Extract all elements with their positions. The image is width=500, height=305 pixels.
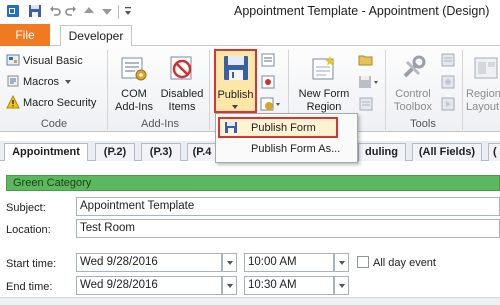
properties-icon[interactable] [440, 52, 456, 68]
new-form-region-label-line1: New Form [298, 88, 350, 100]
end-time-field[interactable]: 10:30 AM [244, 276, 334, 295]
code-group-label: Code [40, 118, 68, 130]
control-toolbox-button[interactable]: Control Toolbox [389, 52, 437, 116]
open-folder-icon[interactable] [358, 52, 374, 68]
redo-icon[interactable] [64, 4, 78, 18]
tab-more[interactable]: ( [488, 143, 500, 161]
window-title: Appointment Template - Appointment (Desi… [234, 4, 490, 18]
publish-button[interactable]: Publish [214, 49, 257, 113]
disabled-items-button[interactable]: Disabled Items [158, 52, 206, 116]
group-divider [462, 50, 463, 130]
region-layout-button[interactable]: Region Layout [466, 52, 500, 116]
com-addins-button[interactable]: COM Add-Ins [112, 52, 156, 116]
edit-form-icon[interactable] [260, 74, 276, 90]
start-time-label: Start time: [6, 258, 57, 270]
publish-icon [221, 53, 251, 83]
toolbox-icon [399, 54, 427, 82]
save-region-icon[interactable] [358, 74, 380, 90]
publish-dropdown-icon [232, 105, 238, 109]
file-tab[interactable]: File [0, 24, 50, 46]
visual-basic-icon [6, 53, 20, 67]
tab-all-fields[interactable]: (All Fields) [412, 143, 482, 161]
end-time-label: End time: [6, 281, 53, 293]
com-addins-label-line2: Add-Ins [115, 101, 153, 113]
tab-p2[interactable]: (P.2) [95, 143, 135, 161]
tab-p4[interactable]: (P.4 [187, 143, 217, 161]
select-form-icon[interactable] [260, 52, 276, 68]
outlook-icon[interactable] [6, 4, 20, 18]
down-arrow-icon[interactable] [100, 4, 114, 18]
com-addins-label-line1: COM [121, 88, 147, 100]
publish-form-as-menu-item[interactable]: Publish Form As... [218, 140, 355, 160]
control-toolbox-label-line1: Control [395, 88, 431, 100]
visual-basic-button[interactable]: Visual Basic [6, 52, 83, 70]
macro-security-label: Macro Security [23, 97, 97, 109]
macros-icon [6, 74, 20, 88]
region-layout-icon [472, 54, 500, 82]
group-divider [209, 50, 210, 130]
view-code-icon[interactable] [440, 74, 456, 90]
region-settings-icon[interactable] [358, 96, 374, 112]
new-form-region-button[interactable]: New Form Region [292, 52, 356, 116]
qat-separator [118, 5, 119, 19]
start-date-dropdown-icon[interactable] [222, 253, 237, 272]
tab-scheduling[interactable]: duling [358, 143, 406, 161]
group-divider [385, 50, 386, 130]
warning-icon [6, 94, 20, 109]
subject-label: Subject: [6, 202, 46, 214]
all-day-label: All day event [373, 257, 436, 269]
publish-form-label: Publish Form [251, 122, 316, 134]
subject-field[interactable]: Appointment Template [76, 197, 500, 216]
end-time-dropdown-icon[interactable] [334, 276, 349, 295]
macros-dropdown-icon [65, 80, 72, 84]
developer-tab[interactable]: Developer [60, 25, 132, 47]
region-layout-label-line2: Layout [466, 101, 500, 113]
region-layout-label-line1: Region [466, 88, 500, 100]
addins-group-label: Add-Ins [141, 118, 179, 130]
location-field[interactable]: Test Room [76, 219, 500, 238]
customize-qat-icon[interactable] [121, 4, 135, 18]
disabled-items-label-line2: Items [168, 101, 196, 113]
disabled-items-label-line1: Disabled [160, 88, 204, 100]
publish-form-menu-item[interactable]: Publish Form [218, 117, 338, 138]
macros-button[interactable]: Macros [6, 73, 72, 91]
end-date-field[interactable]: Wed 9/28/2016 [76, 276, 222, 295]
publish-form-as-label: Publish Form As... [251, 143, 341, 155]
group-divider [107, 50, 108, 130]
undo-icon[interactable] [48, 4, 62, 18]
up-arrow-icon[interactable] [82, 4, 96, 18]
disabled-items-icon [168, 54, 196, 82]
end-date-dropdown-icon[interactable] [222, 276, 237, 295]
start-time-field[interactable]: 10:00 AM [244, 253, 334, 272]
macro-security-button[interactable]: Macro Security [6, 94, 96, 112]
tools-group-label: Tools [410, 118, 436, 130]
category-bar: Green Category [6, 175, 500, 191]
save-icon[interactable] [28, 4, 42, 18]
com-addins-icon [120, 54, 148, 82]
control-toolbox-label-line2: Toolbox [394, 101, 432, 113]
location-label: Location: [6, 224, 51, 236]
start-date-field[interactable]: Wed 9/28/2016 [76, 253, 222, 272]
start-time-dropdown-icon[interactable] [334, 253, 349, 272]
tab-p3[interactable]: (P.3) [141, 143, 181, 161]
form-settings-icon[interactable] [260, 96, 282, 112]
new-form-region-icon [310, 54, 338, 82]
macros-label: Macros [23, 76, 60, 88]
publish-form-icon [224, 121, 238, 134]
visual-basic-label: Visual Basic [23, 55, 83, 67]
publish-label: Publish [217, 89, 254, 101]
form-bottom-strip [0, 297, 500, 305]
run-dialog-icon[interactable] [440, 96, 456, 112]
all-day-checkbox[interactable] [357, 256, 369, 268]
tab-appointment[interactable]: Appointment [4, 143, 88, 162]
